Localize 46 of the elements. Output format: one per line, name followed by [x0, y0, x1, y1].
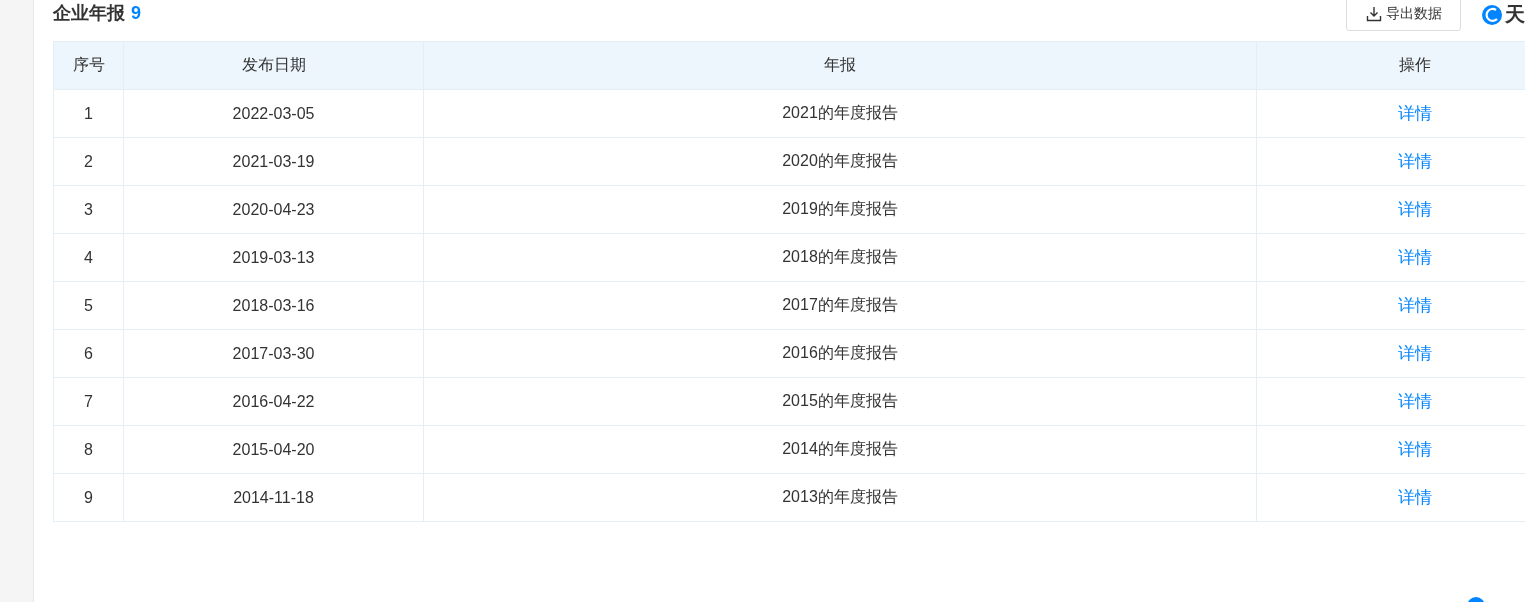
table-cell: 2019的年度报告	[424, 186, 1257, 234]
details-link[interactable]: 详情	[1397, 198, 1432, 221]
table-cell: 8	[54, 426, 124, 474]
column-header: 操作	[1257, 42, 1525, 90]
table-cell: 2022-03-05	[124, 90, 424, 138]
table-cell: 4	[54, 234, 124, 282]
table-cell: 2018的年度报告	[424, 234, 1257, 282]
table-cell: 2021-03-19	[124, 138, 424, 186]
details-link[interactable]: 详情	[1397, 102, 1432, 125]
logo-text: 天	[1505, 2, 1525, 27]
details-link[interactable]: 详情	[1397, 486, 1432, 509]
table-cell: 2017的年度报告	[424, 282, 1257, 330]
table-cell: 2014的年度报告	[424, 426, 1257, 474]
details-link[interactable]: 详情	[1397, 150, 1432, 173]
table-cell: 2018-03-16	[124, 282, 424, 330]
table-cell: 2019-03-13	[124, 234, 424, 282]
section-count: 9	[131, 3, 141, 24]
table-cell: 1	[54, 90, 124, 138]
table-cell: 2020-04-23	[124, 186, 424, 234]
table-cell: 2016-04-22	[124, 378, 424, 426]
table-cell: 7	[54, 378, 124, 426]
table-cell: 2021的年度报告	[424, 90, 1257, 138]
details-link[interactable]: 详情	[1397, 342, 1432, 365]
export-button[interactable]: 导出数据	[1346, 0, 1461, 31]
table-cell: 2015的年度报告	[424, 378, 1257, 426]
table-cell: 9	[54, 474, 124, 522]
details-link[interactable]: 详情	[1397, 246, 1432, 269]
logo-icon	[1481, 3, 1503, 26]
table-cell: 2014-11-18	[124, 474, 424, 522]
table-cell: 6	[54, 330, 124, 378]
table-cell: 2017-03-30	[124, 330, 424, 378]
table-cell: 2016的年度报告	[424, 330, 1257, 378]
table-cell: 2020的年度报告	[424, 138, 1257, 186]
details-link[interactable]: 详情	[1397, 294, 1432, 317]
download-icon	[1365, 6, 1382, 22]
table-cell: 2015-04-20	[124, 426, 424, 474]
column-header: 序号	[54, 42, 124, 90]
column-header: 年报	[424, 42, 1257, 90]
table-cell: 5	[54, 282, 124, 330]
table-cell: 2	[54, 138, 124, 186]
details-link[interactable]: 详情	[1397, 390, 1432, 413]
section-title: 企业年报	[53, 2, 125, 25]
table-cell: 2013的年度报告	[424, 474, 1257, 522]
details-link[interactable]: 详情	[1397, 438, 1432, 461]
column-header: 发布日期	[124, 42, 424, 90]
table-cell: 3	[54, 186, 124, 234]
